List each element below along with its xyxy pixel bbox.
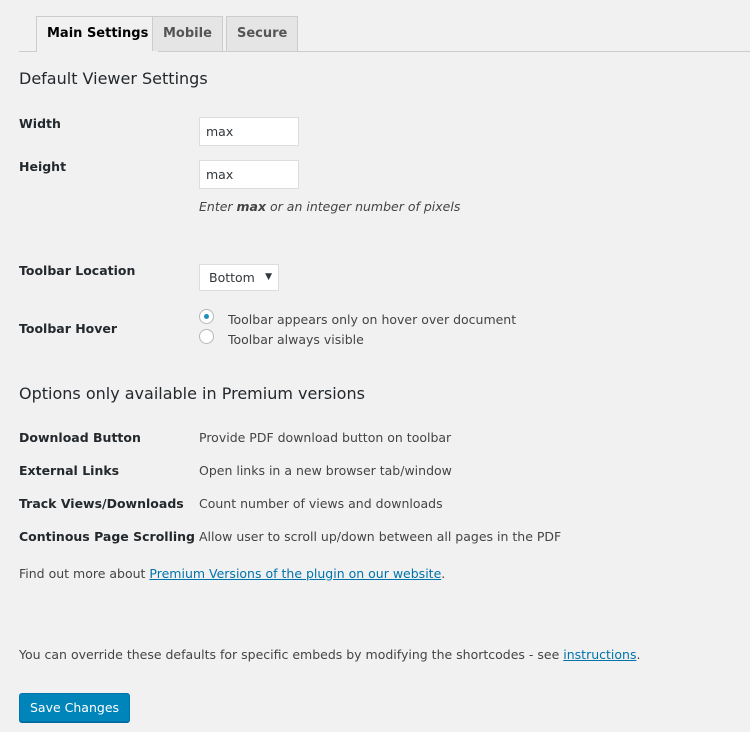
premium-row-label: Download Button: [19, 430, 141, 445]
hint-text: Enter: [199, 199, 237, 214]
radio-always-visible-label[interactable]: Toolbar always visible: [228, 332, 364, 347]
toolbar-location-label: Toolbar Location: [19, 263, 136, 278]
premium-versions-link[interactable]: Premium Versions of the plugin on our we…: [149, 566, 441, 581]
width-label: Width: [19, 116, 61, 131]
text: .: [636, 647, 641, 662]
premium-row-desc: Allow user to scroll up/down between all…: [199, 529, 562, 544]
premium-row-desc: Open links in a new browser tab/window: [199, 463, 452, 478]
chevron-down-icon: ▼: [265, 272, 272, 282]
premium-row-label: Continous Page Scrolling: [19, 529, 196, 544]
tab-secure[interactable]: Secure: [226, 16, 299, 51]
height-label: Height: [19, 159, 67, 174]
premium-row-desc: Provide PDF download button on toolbar: [199, 430, 452, 445]
premium-row-desc: Count number of views and downloads: [199, 496, 443, 511]
tab-main-settings[interactable]: Main Settings: [36, 16, 160, 52]
instructions-link[interactable]: instructions: [563, 647, 636, 662]
premium-row-label: External Links: [19, 463, 120, 478]
tab-mobile[interactable]: Mobile: [152, 16, 223, 51]
text: .: [441, 566, 446, 581]
override-text: You can override these defaults for spec…: [19, 647, 640, 662]
size-hint: Enter max or an integer number of pixels: [199, 199, 460, 214]
section-title-premium: Options only available in Premium versio…: [19, 384, 365, 403]
toolbar-location-select[interactable]: Bottom ▼: [199, 264, 279, 291]
select-value: Bottom: [209, 270, 255, 285]
premium-row-label: Track Views/Downloads: [19, 496, 184, 511]
hint-text: or an integer number of pixels: [266, 199, 461, 214]
height-input[interactable]: max: [199, 160, 299, 189]
text: Find out more about: [19, 566, 150, 581]
text: You can override these defaults for spec…: [19, 647, 564, 662]
hint-bold: max: [236, 199, 267, 214]
find-out-more-text: Find out more about Premium Versions of …: [19, 566, 445, 581]
width-input[interactable]: max: [199, 117, 299, 146]
radio-always-visible[interactable]: [199, 329, 214, 344]
save-changes-button[interactable]: Save Changes: [19, 693, 131, 722]
section-title-default-viewer: Default Viewer Settings: [19, 69, 208, 88]
tab-bar: Main Settings Mobile Secure: [19, 16, 750, 52]
radio-hover-only[interactable]: [199, 309, 214, 324]
radio-hover-only-label[interactable]: Toolbar appears only on hover over docum…: [228, 312, 516, 327]
toolbar-hover-label: Toolbar Hover: [19, 321, 118, 336]
